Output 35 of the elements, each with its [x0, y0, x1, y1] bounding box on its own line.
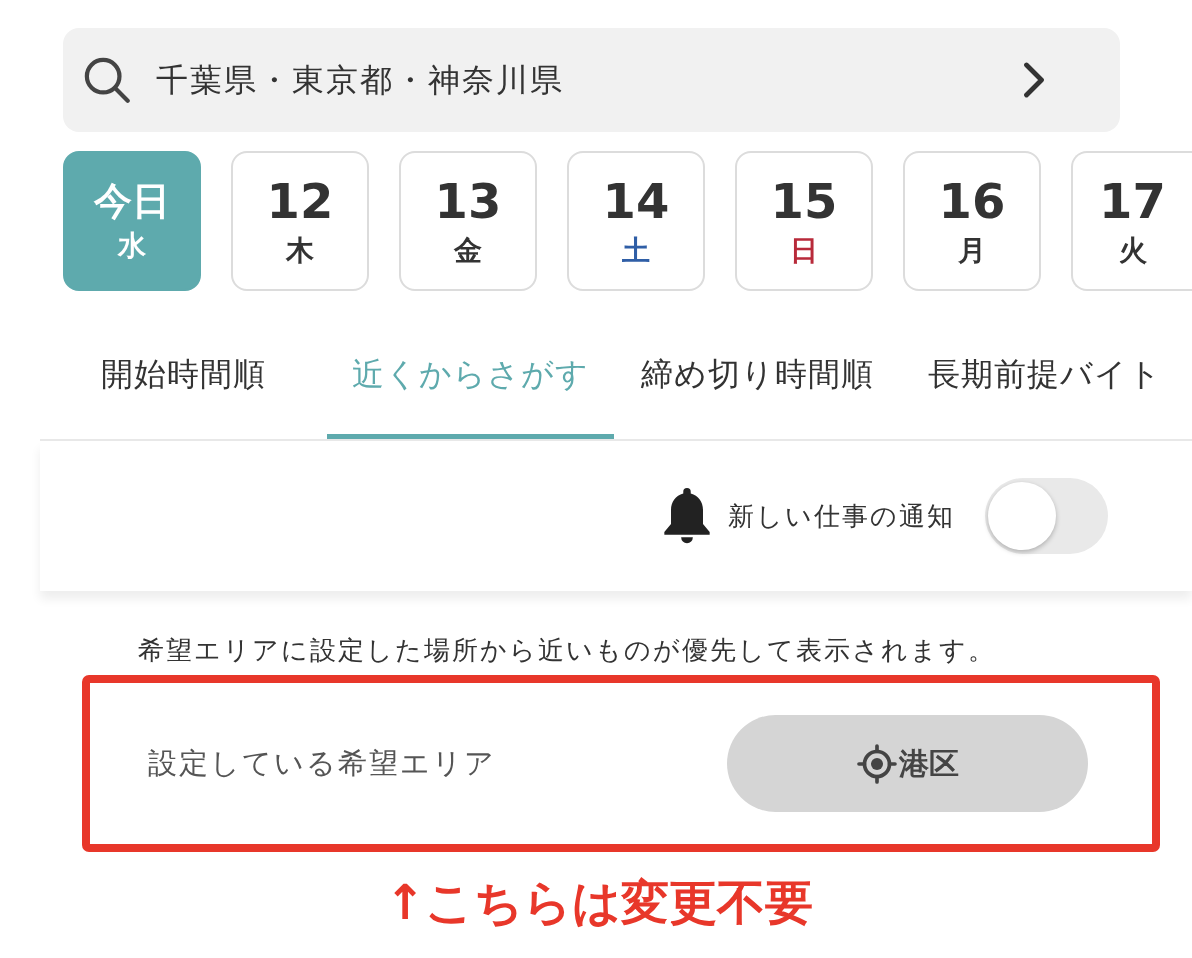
date-tile[interactable]: 12 木 — [231, 151, 369, 291]
search-icon — [84, 57, 130, 103]
weekday-label: 金 — [454, 237, 482, 265]
preferred-area-label: 設定している希望エリア — [148, 744, 496, 782]
notification-label: 新しい仕事の通知 — [728, 499, 955, 533]
date-number: 12 — [266, 177, 334, 225]
weekday-label: 水 — [118, 232, 146, 260]
preferred-area-button[interactable]: 港区 — [727, 715, 1088, 812]
sort-tab[interactable]: 締め切り時間順 — [614, 310, 901, 439]
date-number: 14 — [602, 177, 670, 225]
date-tile[interactable]: 17 火 — [1071, 151, 1192, 291]
weekday-label: 日 — [790, 237, 818, 265]
weekday-label: 木 — [286, 237, 314, 265]
weekday-label: 火 — [1118, 237, 1147, 265]
sort-tab[interactable]: 開始時間順 — [40, 310, 327, 439]
date-tile[interactable]: 13 金 — [399, 151, 537, 291]
date-number: 16 — [938, 177, 1006, 225]
date-number: 今日 — [94, 182, 170, 220]
area-search-text: 千葉県・東京都・神奈川県 — [156, 60, 565, 101]
sort-tab[interactable]: 長期前提バイト — [901, 310, 1188, 439]
date-tile[interactable]: 15 日 — [735, 151, 873, 291]
bell-icon — [664, 488, 710, 544]
weekday-label: 土 — [622, 237, 650, 265]
weekday-label: 月 — [958, 237, 986, 265]
date-tile[interactable]: 16 月 — [903, 151, 1041, 291]
location-target-icon — [856, 743, 897, 784]
date-tile[interactable]: 14 土 — [567, 151, 705, 291]
date-number: 13 — [434, 177, 502, 225]
area-search-bar[interactable]: 千葉県・東京都・神奈川県 — [63, 28, 1120, 132]
chevron-right-icon — [1023, 62, 1045, 98]
date-number: 17 — [1099, 177, 1166, 225]
date-number: 15 — [770, 177, 838, 225]
preferred-area-value: 港区 — [898, 745, 959, 783]
annotation-note: ↑こちらは変更不要 — [385, 873, 814, 932]
notice-text: 希望エリアに設定した場所から近いものが優先して表示されます。 — [138, 635, 997, 665]
